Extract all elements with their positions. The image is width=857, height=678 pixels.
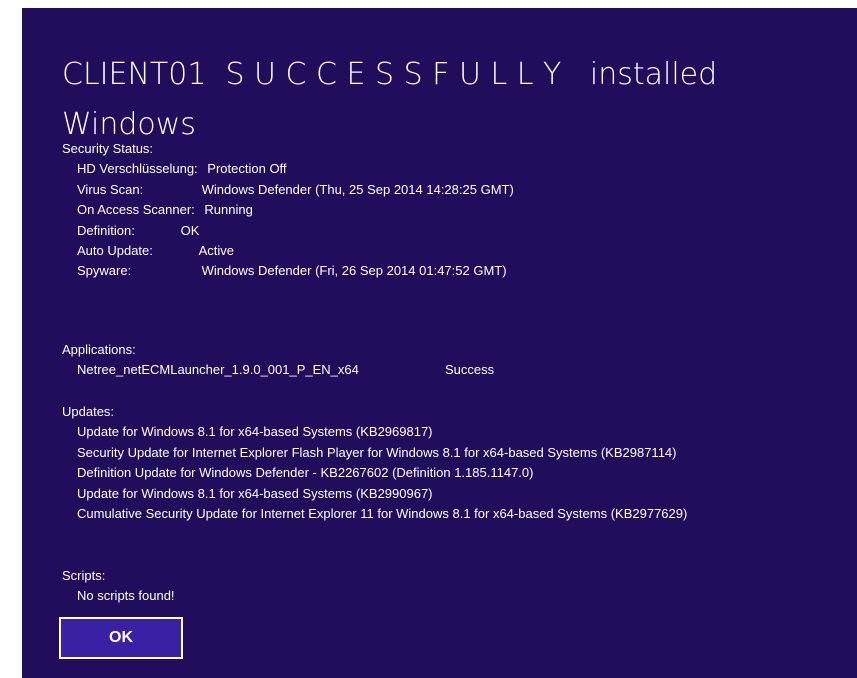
scripts-message: No scripts found! [77, 588, 175, 604]
status-row-virus-scan: Virus Scan: Windows Defender (Thu, 25 Se… [62, 180, 842, 200]
applications-heading: Applications: [62, 342, 136, 357]
updates-section: Updates: Update for Windows 8.1 for x64-… [62, 402, 852, 524]
status-value: Running [204, 202, 253, 218]
applications-section: Applications: Netree_netECMLauncher_1.9.… [62, 340, 842, 381]
status-row-hd-encryption: HD Verschlüsselung: Protection Off [62, 159, 842, 179]
install-summary-dialog: CLIENT01 S U C C E S S F U L L Y install… [22, 8, 857, 678]
status-label: Virus Scan: [77, 181, 144, 197]
status-value: Protection Off [207, 161, 287, 177]
status-row-on-access-scanner: On Access Scanner: Running [62, 200, 842, 220]
status-value: Windows Defender (Thu, 25 Sep 2014 14:28… [201, 181, 514, 197]
list-item: Update for Windows 8.1 for x64-based Sys… [77, 424, 433, 440]
status-value: OK [180, 222, 200, 238]
status-row-definition: Definition: OK [62, 221, 842, 241]
status-label: Spyware: [77, 263, 132, 279]
ok-button[interactable]: OK [59, 617, 183, 659]
security-status-section: Security Status: HD Verschlüsselung: Pro… [62, 139, 842, 282]
status-label: Definition: [77, 222, 135, 238]
list-item: Netree_netECMLauncher_1.9.0_001_P_EN_x64… [62, 360, 842, 380]
application-name: Netree_netECMLauncher_1.9.0_001_P_EN_x64 [77, 362, 359, 378]
updates-heading: Updates: [62, 404, 115, 419]
dialog-title: CLIENT01 S U C C E S S F U L L Y install… [62, 57, 727, 142]
status-row-spyware: Spyware: Windows Defender (Fri, 26 Sep 2… [62, 261, 842, 281]
status-row-auto-update: Auto Update: Active [62, 241, 842, 261]
status-label: HD Verschlüsselung: [77, 161, 198, 177]
status-value: Windows Defender (Fri, 26 Sep 2014 01:47… [201, 263, 507, 279]
status-value: Active [198, 243, 235, 259]
status-label: On Access Scanner: [77, 202, 195, 218]
status-label: Auto Update: [77, 243, 153, 259]
security-status-heading: Security Status: [62, 141, 154, 156]
list-item: Definition Update for Windows Defender -… [77, 465, 534, 481]
application-status: Success [445, 362, 495, 378]
scripts-heading: Scripts: [62, 568, 106, 583]
scripts-section: Scripts: No scripts found! [62, 566, 842, 607]
list-item: Cumulative Security Update for Internet … [77, 506, 688, 522]
list-item: Security Update for Internet Explorer Fl… [77, 444, 677, 460]
list-item: Update for Windows 8.1 for x64-based Sys… [77, 485, 433, 501]
